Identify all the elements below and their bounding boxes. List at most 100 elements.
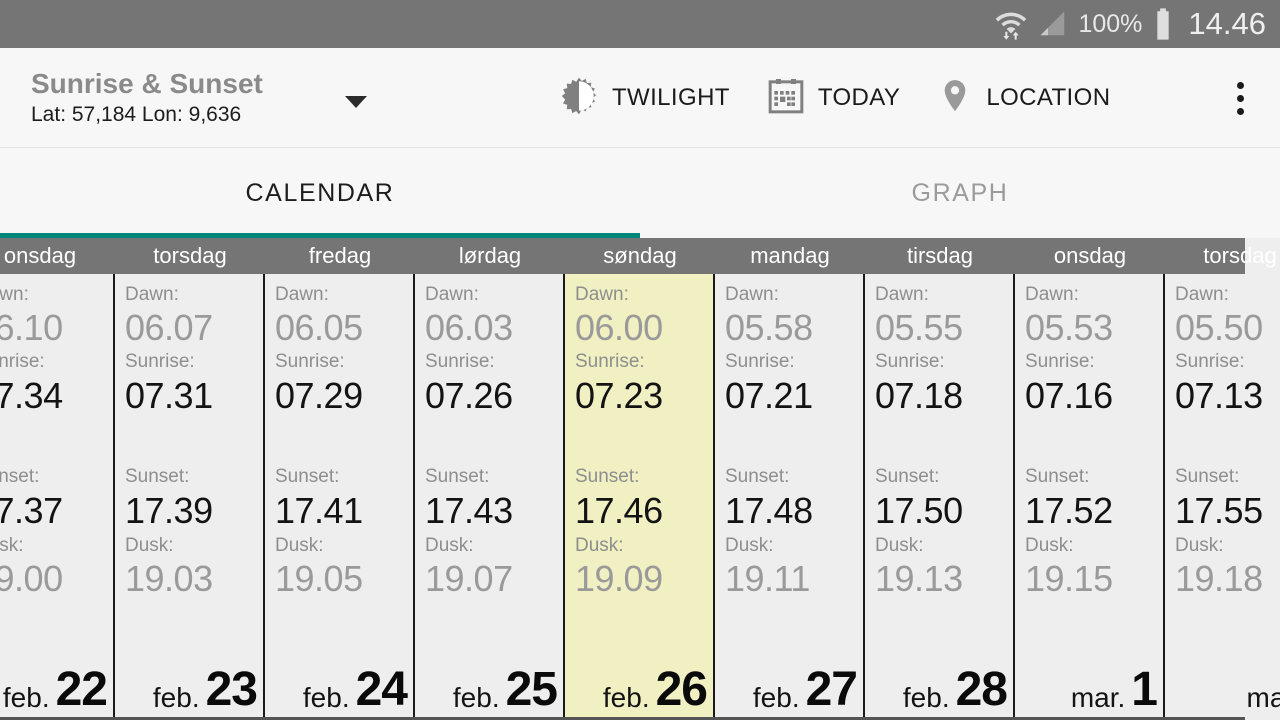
month-label: mar. — [1070, 682, 1126, 713]
twilight-button[interactable]: TWILIGHT — [540, 48, 748, 148]
date-cell[interactable]: feb. 25 — [415, 645, 563, 717]
sunset-label: Sunset: — [0, 466, 40, 487]
dusk-label: Dusk: — [725, 535, 774, 556]
day-details: Dawn: 06.03 Sunrise: 07.26 Sunset: 17.43 Dusk:… — [415, 274, 563, 645]
dawn-label: Dawn: — [725, 284, 779, 305]
app-bar: Sunrise & Sunset Lat: 57,184 Lon: 9,636 … — [0, 48, 1280, 148]
sunset-value: 17.43 — [425, 490, 513, 531]
sunset-value: 17.39 — [125, 490, 213, 531]
dusk-value: 19.09 — [575, 558, 663, 599]
dusk-label: Dusk: — [0, 535, 24, 556]
calendar-day-column[interactable]: Dawn: 05.58 Sunrise: 07.21 Sunset: 17.48 Dusk:… — [715, 274, 865, 717]
dawn-label: Dawn: — [1025, 284, 1079, 305]
date-cell[interactable]: mar. — [1165, 645, 1280, 717]
calendar-day-column[interactable]: Dawn:06.10 Sunrise: 07.34 Sunset: 17.37 Dusk:… — [0, 274, 115, 717]
battery-full-icon — [1152, 7, 1174, 41]
day-details: Dawn: 06.05 Sunrise: 07.29 Sunset: 17.41 Dusk:… — [265, 274, 413, 645]
date-cell[interactable]: feb. 27 — [715, 645, 863, 717]
dawn-value: 06.05 — [275, 307, 363, 348]
location-label: LOCATION — [986, 84, 1111, 111]
dawn-value: 06.10 — [0, 307, 63, 348]
day-details: Dawn:06.10 Sunrise: 07.34 Sunset: 17.37 Dusk:… — [0, 274, 113, 645]
weekday-header: onsdag — [1053, 243, 1127, 268]
date-cell[interactable]: feb. 24 — [265, 645, 413, 717]
month-label: feb. — [152, 682, 200, 713]
weekday-header-row: onsdag torsdag fredag lørdag søndag mandag tir… — [0, 238, 1277, 274]
weekday-header: mandag — [750, 243, 830, 268]
calendar-grid[interactable]: Dawn:06.10Sunrise:07.34Sunset:17.37Dusk:… — [0, 274, 1280, 720]
sunset-value: 17.46 — [575, 490, 663, 531]
day-details: Dawn: 06.07 Sunrise: 07.31 Sunset: 17.39 Dusk:… — [115, 274, 263, 645]
sunrise-value: 07.29 — [275, 375, 363, 416]
calendar-day-column-today[interactable]: Dawn: 06.00 Sunrise: 07.23 Sunset: 17.46 Dusk:… — [565, 274, 715, 717]
sunrise-label: Sunrise: — [275, 351, 345, 372]
day-details: Dawn: 06.00 Sunrise: 07.23 Sunset: 17.46 Dusk:… — [565, 274, 713, 645]
dusk-label: Dusk: — [125, 535, 174, 556]
dusk-label: Dusk: — [425, 535, 474, 556]
dusk-value: 19.18 — [1175, 558, 1263, 599]
dawn-label: Dawn: — [0, 284, 29, 305]
today-button[interactable]: TODAY — [748, 48, 918, 148]
sunset-label: Sunset: — [275, 466, 340, 487]
sunrise-value: 07.23 — [575, 375, 663, 416]
sunrise-value: 07.26 — [425, 375, 513, 416]
overflow-menu-icon[interactable] — [1222, 48, 1258, 148]
dusk-value: 19.03 — [125, 558, 213, 599]
calendar-day-column[interactable]: Dawn: 06.07 Sunrise: 07.31 Sunset: 17.39 Dusk:… — [115, 274, 265, 717]
date-cell[interactable]: feb. 28 — [865, 645, 1013, 717]
status-bar: 100% 14.46 — [0, 0, 1280, 48]
dusk-label: Dusk: — [1025, 535, 1074, 556]
location-button[interactable]: LOCATION — [918, 48, 1128, 148]
calendar-day-column[interactable]: Dawn: 05.53 Sunrise: 07.16 Sunset: 17.52 Dusk:… — [1015, 274, 1165, 717]
month-label: feb. — [302, 682, 350, 713]
overflow-dot — [1236, 94, 1244, 102]
overflow-dot — [1236, 107, 1244, 115]
sunset-label: Sunset: — [1175, 466, 1240, 487]
calendar-day-column[interactable]: Dawn: 06.03 Sunrise: 07.26 Sunset: 17.43 Dusk:… — [415, 274, 565, 717]
day-number: 26 — [655, 663, 708, 716]
tab-calendar[interactable]: CALENDAR — [0, 148, 640, 238]
sunset-label: Sunset: — [125, 466, 190, 487]
date-cell[interactable]: feb. 23 — [115, 645, 263, 717]
day-details: Dawn: 05.58 Sunrise: 07.21 Sunset: 17.48 Dusk:… — [715, 274, 863, 645]
sunrise-label: Sunrise: — [875, 351, 945, 372]
sunrise-value: 07.34 — [0, 375, 63, 416]
dusk-value: 19.11 — [725, 558, 810, 599]
sunrise-value: 07.13 — [1175, 375, 1263, 416]
dusk-value: 19.05 — [275, 558, 363, 599]
calendar-view[interactable]: onsdag torsdag fredag lørdag søndag mandag tir… — [0, 238, 1280, 720]
tab-graph[interactable]: GRAPH — [640, 148, 1280, 238]
sunrise-value: 07.18 — [875, 375, 963, 416]
day-number: 1 — [1131, 663, 1158, 716]
chevron-down-icon[interactable] — [345, 95, 367, 108]
date-cell[interactable]: feb. 22 — [0, 645, 113, 717]
calendar-day-column[interactable]: Dawn: 06.05 Sunrise: 07.29 Sunset: 17.41 Dusk:… — [265, 274, 415, 717]
sunrise-label: Sunrise: — [125, 351, 195, 372]
cell-signal-icon — [1038, 9, 1068, 39]
dusk-value: 19.00 — [0, 558, 63, 599]
month-label: feb. — [602, 682, 650, 713]
dusk-label: Dusk: — [875, 535, 924, 556]
date-cell[interactable]: mar. 1 — [1015, 645, 1163, 717]
dusk-label: Dusk: — [275, 535, 324, 556]
today-label: TODAY — [817, 84, 901, 111]
sunset-value: 17.41 — [275, 490, 363, 531]
weekday-header: tirsdag — [906, 243, 974, 268]
calendar-day-column[interactable]: Dawn: 05.55 Sunrise: 07.18 Sunset: 17.50 Dusk:… — [865, 274, 1015, 717]
date-cell[interactable]: feb. 26 — [565, 645, 713, 717]
map-pin-icon — [936, 77, 974, 120]
dusk-value: 19.07 — [425, 558, 513, 599]
twilight-label: TWILIGHT — [612, 84, 730, 111]
dawn-value: 05.53 — [1025, 307, 1113, 348]
dusk-value: 19.13 — [875, 558, 963, 599]
sunrise-value: 07.31 — [125, 375, 213, 416]
calendar-day-column[interactable]: Dawn: 05.50 Sunrise: 07.13 Sunset: 17.55 Dusk:… — [1165, 274, 1280, 717]
weekday-header: søndag — [603, 243, 677, 268]
day-details: Dawn: 05.53 Sunrise: 07.16 Sunset: 17.52 Dusk:… — [1015, 274, 1163, 645]
dawn-value: 06.07 — [125, 307, 213, 348]
day-number: 25 — [505, 663, 558, 716]
